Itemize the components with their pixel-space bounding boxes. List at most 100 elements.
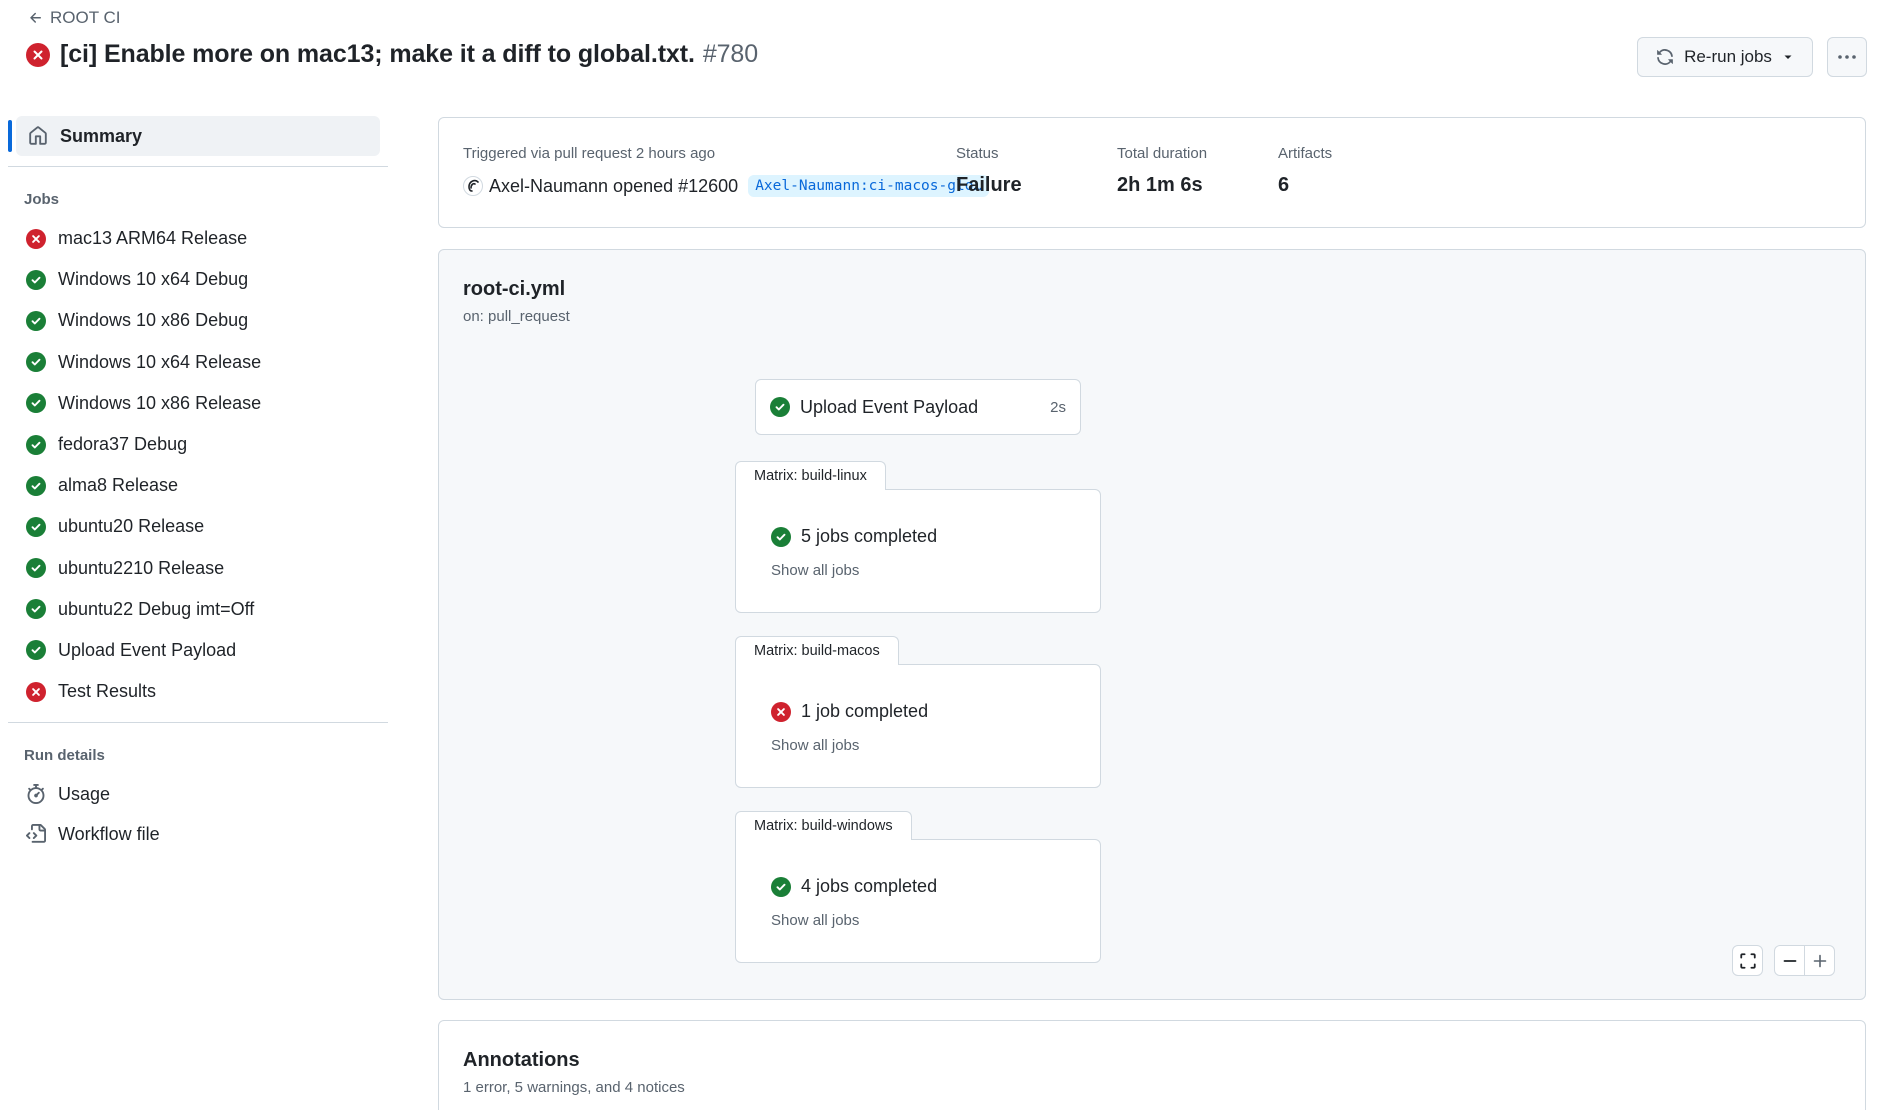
sidebar-item-job[interactable]: Windows 10 x86 Release <box>8 383 388 424</box>
workflow-name: root-ci.yml <box>463 278 566 300</box>
success-status-icon <box>771 526 791 547</box>
sidebar-item-label: Usage <box>58 783 111 804</box>
more-actions-button[interactable] <box>1827 37 1867 77</box>
sidebar-item-label: ubuntu2210 Release <box>58 557 225 578</box>
matrix-summary: 5 jobs completed <box>771 526 937 547</box>
sidebar-item-label: Test Results <box>58 681 157 702</box>
success-status-icon <box>26 269 46 290</box>
zoom-out-button[interactable] <box>1774 945 1805 976</box>
artifacts-value[interactable]: 6 <box>1278 174 1289 197</box>
zoom-in-button[interactable] <box>1804 945 1835 976</box>
matrix-summary-label: 5 jobs completed <box>801 526 938 546</box>
failure-status-icon <box>771 701 791 722</box>
success-status-icon <box>26 475 46 496</box>
file-code-icon <box>26 824 46 843</box>
screen-full-icon <box>1739 952 1756 969</box>
duration-value: 2h 1m 6s <box>1117 174 1203 196</box>
arrow-left-icon <box>30 12 41 23</box>
matrix-summary-label: 4 jobs completed <box>801 876 938 896</box>
run-title-row: [ci] Enable more on mac13; make it a dif… <box>26 40 758 69</box>
actor-text[interactable]: Axel-Naumann opened #12600 <box>489 176 738 197</box>
sidebar: Summary Jobs mac13 ARM64 Release Windows … <box>8 116 388 854</box>
sidebar-item-job[interactable]: Test Results <box>8 671 388 712</box>
job-node-label: Upload Event Payload <box>800 396 979 417</box>
sidebar-item-label: fedora37 Debug <box>58 434 188 455</box>
sidebar-item-job[interactable]: mac13 ARM64 Release <box>8 218 388 259</box>
dash-icon <box>1783 959 1796 962</box>
sidebar-item-job[interactable]: alma8 Release <box>8 465 388 506</box>
sidebar-item-job[interactable]: Windows 10 x86 Debug <box>8 300 388 341</box>
success-status-icon <box>26 516 46 537</box>
sidebar-item-label: Upload Event Payload <box>58 639 237 660</box>
run-summary-card: Triggered via pull request 2 hours ago A… <box>438 117 1866 228</box>
sync-icon <box>1657 49 1673 65</box>
artifacts-label: Artifacts <box>1278 145 1333 162</box>
failure-status-icon <box>26 42 50 67</box>
matrix-build-linux[interactable]: Matrix: build-linux 5 jobs completed Sho… <box>735 461 1101 613</box>
run-number: #780 <box>702 40 759 68</box>
sidebar-divider <box>8 166 388 167</box>
success-status-icon <box>770 397 790 417</box>
success-status-icon <box>26 352 46 373</box>
sidebar-item-label: ubuntu22 Debug imt=Off <box>58 598 255 619</box>
sidebar-item-usage[interactable]: Usage <box>8 774 388 814</box>
sidebar-item-label: mac13 ARM64 Release <box>58 228 248 249</box>
jobs-heading: Jobs <box>24 191 60 208</box>
rerun-jobs-button[interactable]: Re-run jobs <box>1637 37 1813 77</box>
matrix-build-windows[interactable]: Matrix: build-windows 4 jobs completed S… <box>735 811 1101 963</box>
matrix-tab: Matrix: build-macos <box>735 636 899 665</box>
page-title: [ci] Enable more on mac13; make it a dif… <box>60 40 759 68</box>
annotations-subtitle: 1 error, 5 warnings, and 4 notices <box>463 1079 685 1096</box>
matrix-tab: Matrix: build-linux <box>735 461 886 490</box>
matrix-body: 4 jobs completed Show all jobs <box>735 839 1101 963</box>
sidebar-item-job[interactable]: fedora37 Debug <box>8 424 388 465</box>
success-status-icon <box>26 393 46 414</box>
sidebar-item-job[interactable]: Upload Event Payload <box>8 630 388 671</box>
status-label: Status <box>956 145 999 162</box>
failure-status-icon <box>26 681 46 702</box>
matrix-body: 5 jobs completed Show all jobs <box>735 489 1101 613</box>
back-link-label: ROOT CI <box>50 8 121 27</box>
sidebar-item-job[interactable]: ubuntu2210 Release <box>8 548 388 589</box>
sidebar-item-label: Workflow file <box>58 823 160 844</box>
show-all-jobs-link[interactable]: Show all jobs <box>771 912 859 929</box>
sidebar-item-job[interactable]: ubuntu22 Debug imt=Off <box>8 589 388 630</box>
success-status-icon <box>26 310 46 331</box>
branch-badge[interactable]: Axel-Naumann:ci-macos-glo… <box>748 175 990 197</box>
kebab-horizontal-icon <box>1838 55 1856 59</box>
matrix-tab: Matrix: build-windows <box>735 811 912 840</box>
sidebar-item-job[interactable]: Windows 10 x64 Debug <box>8 259 388 300</box>
workflow-graph-card: root-ci.yml on: pull_request Upload Even… <box>438 249 1866 1000</box>
job-node-duration: 2s <box>1050 398 1066 416</box>
back-link[interactable]: ROOT CI <box>28 8 121 28</box>
annotations-title: Annotations <box>463 1049 580 1071</box>
success-status-icon <box>771 876 791 897</box>
sidebar-item-workflow-file[interactable]: Workflow file <box>8 814 388 854</box>
success-status-icon <box>26 640 46 661</box>
job-node-upload-event-payload[interactable]: Upload Event Payload 2s <box>755 379 1081 435</box>
failure-status-icon <box>26 228 46 249</box>
matrix-summary: 1 job completed <box>771 701 928 722</box>
sidebar-item-label: Windows 10 x64 Release <box>58 351 262 372</box>
sidebar-item-job[interactable]: ubuntu20 Release <box>8 506 388 547</box>
duration-label: Total duration <box>1117 145 1208 162</box>
sidebar-item-label: Windows 10 x64 Debug <box>58 269 249 290</box>
success-status-icon <box>26 558 46 579</box>
show-all-jobs-link[interactable]: Show all jobs <box>771 737 859 754</box>
success-status-icon <box>26 434 46 455</box>
sidebar-divider <box>8 722 388 724</box>
avatar[interactable] <box>463 176 483 196</box>
sidebar-item-summary[interactable]: Summary <box>8 116 380 156</box>
sidebar-item-label: Windows 10 x86 Debug <box>58 310 249 331</box>
sidebar-item-label: Windows 10 x86 Release <box>58 392 262 413</box>
fullscreen-button[interactable] <box>1732 945 1763 976</box>
matrix-summary: 4 jobs completed <box>771 876 937 897</box>
sidebar-item-label: Summary <box>60 125 143 146</box>
show-all-jobs-link[interactable]: Show all jobs <box>771 562 859 579</box>
stopwatch-icon <box>27 784 45 805</box>
triangle-down-icon <box>1784 55 1792 59</box>
matrix-build-macos[interactable]: Matrix: build-macos 1 job completed Show… <box>735 636 1101 788</box>
run-details-heading: Run details <box>24 747 105 765</box>
sidebar-item-job[interactable]: Windows 10 x64 Release <box>8 342 388 383</box>
home-icon <box>29 126 47 145</box>
